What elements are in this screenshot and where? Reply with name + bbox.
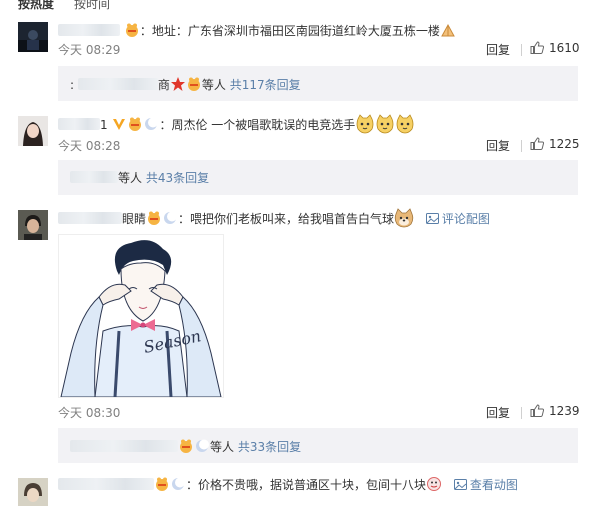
like-button[interactable]: 1610 — [530, 41, 580, 55]
vip-badge-icon — [178, 438, 194, 454]
avatar[interactable] — [18, 478, 48, 506]
vip-badge-icon — [127, 116, 143, 132]
sticker-emoji-icon — [426, 476, 442, 492]
view-replies-link[interactable]: 共33条回复 — [238, 440, 301, 454]
like-count: 1239 — [549, 404, 580, 418]
cat-emoji-icon — [395, 114, 415, 134]
verified-v-icon — [111, 116, 127, 132]
thumbs-up-icon — [530, 137, 545, 150]
vip-badge-icon — [186, 76, 202, 92]
like-button[interactable]: 1225 — [530, 137, 580, 151]
comment-time: 今天 08:29 — [58, 43, 121, 57]
view-replies-link[interactable]: 共43条回复 — [146, 171, 209, 185]
reply-button[interactable]: 回复 — [486, 41, 510, 58]
like-count: 1225 — [549, 137, 580, 151]
comment-time: 今天 08:28 — [58, 139, 121, 153]
comment-text: ：喂把你们老板叫来，给我唱首告白气球 — [178, 212, 395, 226]
view-replies-link[interactable]: 共117条回复 — [230, 78, 301, 92]
image-icon — [425, 213, 439, 224]
vip-badge-icon — [146, 210, 162, 226]
man-illustration: Season — [60, 240, 222, 398]
moon-badge-icon — [143, 116, 159, 132]
moon-badge-icon — [194, 438, 210, 454]
cat-emoji-icon — [375, 114, 395, 134]
divider — [521, 140, 522, 152]
vip-badge-icon — [154, 476, 170, 492]
comment-line: 1 ：周杰伦 一个被唱歌耽误的电竞选手 — [58, 114, 415, 134]
avatar[interactable] — [18, 210, 48, 240]
like-count: 1610 — [549, 41, 580, 55]
star-badge-icon — [170, 76, 186, 92]
comment-line: ：地址：广东省深圳市福田区南园街道红岭大厦五栋一楼 — [58, 22, 456, 39]
comment-image-button[interactable]: 评论配图 — [425, 212, 490, 226]
comment-line: ：价格不贵哦，据说普通区十块，包间十八块 查看动图 — [58, 476, 518, 493]
view-gif-button[interactable]: 查看动图 — [453, 478, 518, 492]
username-blurred[interactable] — [58, 212, 122, 224]
sort-tabs: 按热度 按时间 — [0, 0, 592, 12]
moon-badge-icon — [162, 210, 178, 226]
reply-button[interactable]: 回复 — [486, 137, 510, 154]
reply-button[interactable]: 回复 — [486, 404, 510, 421]
like-button[interactable]: 1239 — [530, 404, 580, 418]
comment-text: ：周杰伦 一个被唱歌耽误的电竞选手 — [159, 118, 356, 132]
sub-replies-box: : 商 等人 共117条回复 — [58, 66, 578, 101]
username-blurred[interactable] — [58, 478, 154, 490]
vip-badge-icon — [124, 22, 140, 38]
avatar[interactable] — [18, 116, 48, 146]
comment-text: ：地址：广东省深圳市福田区南园街道红岭大厦五栋一楼 — [139, 24, 440, 38]
username-blurred[interactable] — [70, 171, 118, 183]
doge-emoji-icon — [394, 208, 414, 228]
comment-time: 今天 08:30 — [58, 406, 121, 420]
username-blurred[interactable] — [58, 118, 100, 130]
sub-replies-box: 等人 共33条回复 — [58, 428, 578, 463]
comment-attached-image[interactable]: Season — [58, 234, 224, 398]
comment-text: ：价格不贵哦，据说普通区十块，包间十八块 — [186, 478, 427, 492]
thumbs-up-icon — [530, 404, 545, 417]
tab-sort-by-time[interactable]: 按时间 — [74, 0, 110, 12]
thumbs-up-icon — [530, 41, 545, 54]
username-blurred[interactable] — [58, 24, 120, 36]
pray-hands-emoji-icon — [440, 22, 456, 38]
cat-emoji-icon — [355, 114, 375, 134]
username-blurred[interactable] — [70, 440, 178, 452]
comment-line: 眼睛 ：喂把你们老板叫来，给我唱首告白气球 评论配图 — [58, 208, 490, 228]
username-blurred[interactable] — [77, 78, 158, 90]
avatar[interactable] — [18, 22, 48, 52]
sub-replies-box: 等人 共43条回复 — [58, 160, 578, 195]
image-icon — [453, 479, 467, 490]
divider — [521, 407, 522, 419]
tab-sort-by-hot[interactable]: 按热度 — [18, 0, 54, 12]
divider — [521, 44, 522, 56]
moon-badge-icon — [170, 476, 186, 492]
